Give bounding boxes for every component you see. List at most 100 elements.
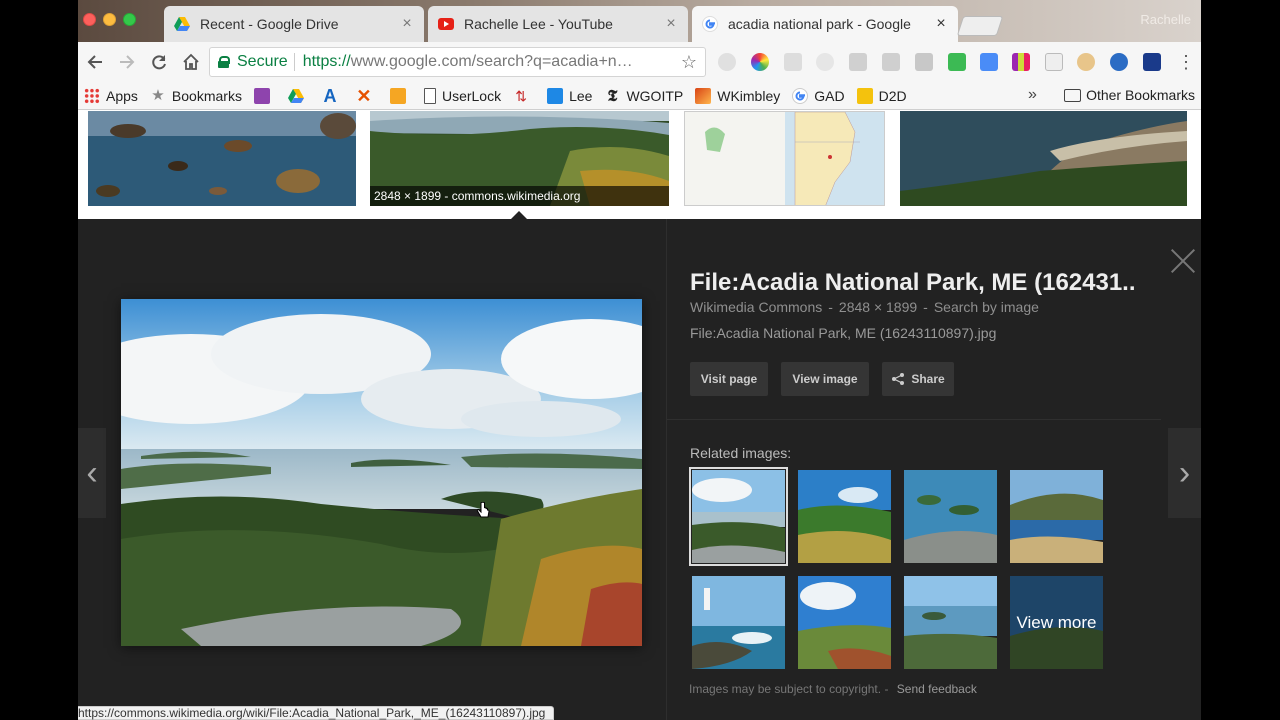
tab-google-drive[interactable]: Recent - Google Drive ×	[164, 6, 424, 42]
new-tab-button[interactable]	[956, 16, 1004, 36]
speaker-extension-icon[interactable]	[784, 53, 802, 71]
image-preview-panel: ‹ File:Acadia National Park, ME (162431.…	[78, 219, 1201, 720]
previous-image-button[interactable]: ‹	[78, 428, 106, 518]
bookmark-label: Lee	[569, 87, 593, 104]
acadia-landscape-image	[121, 299, 642, 646]
image-filename: File:Acadia National Park, ME (162431108…	[690, 325, 997, 341]
share-icon	[892, 373, 905, 385]
lock-icon	[218, 56, 230, 68]
bookmark-orange[interactable]	[389, 87, 412, 104]
green-extension-icon[interactable]	[948, 53, 966, 71]
back-button[interactable]	[80, 47, 110, 77]
palette-icon[interactable]	[1077, 53, 1095, 71]
bookmark-wgoitp[interactable]: 𝕿 WGOITP	[604, 87, 684, 104]
tab-strip: Recent - Google Drive × Rachelle Lee - Y…	[78, 0, 1201, 42]
maximize-window-button[interactable]	[123, 13, 136, 26]
chevron-left-icon: ‹	[86, 453, 98, 492]
vpn-icon[interactable]	[1110, 53, 1128, 71]
blue-extension-icon[interactable]	[980, 53, 998, 71]
source-link[interactable]: Wikimedia Commons	[690, 299, 822, 315]
arrows-icon: ⇅	[515, 87, 527, 104]
related-image-1[interactable]	[689, 467, 788, 566]
browser-window: Recent - Google Drive × Rachelle Lee - Y…	[78, 0, 1201, 720]
menu-dots-icon[interactable]: ⋮	[1177, 51, 1195, 73]
cast-icon[interactable]	[882, 53, 900, 71]
orange-app-icon	[389, 87, 406, 104]
bookmark-star-icon[interactable]: ☆	[681, 52, 697, 73]
bookmark-drive[interactable]	[287, 88, 310, 104]
close-panel-icon[interactable]	[1169, 247, 1197, 275]
tab-youtube[interactable]: Rachelle Lee - YouTube ×	[428, 6, 688, 42]
related-view-more[interactable]: View more	[1010, 576, 1103, 669]
bookmark-purple[interactable]	[253, 87, 276, 104]
circle-extension-icon[interactable]	[718, 53, 736, 71]
film-extension-icon[interactable]	[849, 53, 867, 71]
other-bookmarks[interactable]: Other Bookmarks	[1064, 87, 1195, 103]
send-feedback-link[interactable]: Send feedback	[897, 682, 977, 696]
home-icon	[183, 53, 199, 70]
dark-square-icon[interactable]	[1143, 53, 1161, 71]
color-bars-icon[interactable]	[1012, 53, 1030, 71]
bookmark-apps[interactable]: Apps	[84, 87, 138, 104]
tab-google-search[interactable]: acadia national park - Google ×	[692, 6, 958, 42]
share-button[interactable]: Share	[882, 362, 954, 396]
google-drive-icon	[174, 17, 190, 31]
bookmark-lee[interactable]: Lee	[547, 87, 593, 104]
search-results-page: 2848 × 1899 - commons.wikimedia.org ‹ Fi…	[78, 111, 1201, 720]
color-picker-icon[interactable]	[751, 53, 769, 71]
apps-grid-icon	[84, 87, 100, 104]
page-icon	[423, 87, 436, 104]
minimize-window-button[interactable]	[103, 13, 116, 26]
bookmark-a[interactable]: A	[322, 87, 344, 105]
result-thumb-coast[interactable]	[900, 111, 1187, 206]
image-title[interactable]: File:Acadia National Park, ME (162431..	[690, 269, 1136, 297]
close-window-button[interactable]	[83, 13, 96, 26]
right-black-bar	[1201, 0, 1280, 720]
view-image-button[interactable]: View image	[781, 362, 869, 396]
screenshot-icon[interactable]	[1045, 53, 1063, 71]
related-thumbnail	[692, 576, 785, 669]
related-thumbnail	[904, 576, 997, 669]
related-image-6[interactable]	[798, 576, 891, 669]
tab-close-icon[interactable]: ×	[400, 15, 414, 33]
bookmark-arrows[interactable]: ⇅	[513, 88, 535, 104]
reload-button[interactable]	[144, 47, 174, 77]
result-thumb-rocks[interactable]	[88, 111, 356, 206]
bookmark-gad[interactable]: GAD	[792, 87, 845, 104]
bookmark-wkimbley[interactable]: WKimbley	[695, 87, 780, 104]
h-extension-icon[interactable]	[915, 53, 933, 71]
profile-name[interactable]: Rachelle	[1140, 12, 1191, 27]
photo-icon	[695, 87, 712, 104]
white-circle-icon[interactable]	[816, 53, 834, 71]
purple-extension-icon	[253, 87, 270, 104]
next-image-button[interactable]: ›	[1168, 428, 1201, 518]
bookmark-d2d[interactable]: D2D	[856, 87, 907, 104]
visit-page-button[interactable]: Visit page	[690, 362, 768, 396]
tab-close-icon[interactable]: ×	[934, 15, 948, 33]
forward-button[interactable]	[112, 47, 142, 77]
star-icon: ★	[151, 86, 165, 104]
related-thumbnail	[798, 470, 891, 563]
search-by-image-link[interactable]: Search by image	[934, 299, 1039, 315]
bookmark-x[interactable]: ✕	[356, 87, 378, 105]
related-image-4[interactable]	[1010, 470, 1103, 563]
bookmark-userlock[interactable]: UserLock	[423, 87, 501, 104]
home-button[interactable]	[176, 47, 206, 77]
more-bookmarks-chevron[interactable]: »	[1028, 86, 1037, 104]
preview-image[interactable]	[121, 299, 642, 646]
address-bar[interactable]: Secure https://www.google.com/search?q=a…	[209, 47, 706, 77]
related-image-5[interactable]	[692, 576, 785, 669]
result-thumb-map[interactable]	[684, 111, 885, 206]
tab-close-icon[interactable]: ×	[664, 15, 678, 33]
map-image	[685, 112, 884, 205]
panel-divider	[667, 419, 1161, 420]
secure-separator	[293, 53, 295, 71]
related-image-2[interactable]	[798, 470, 891, 563]
left-black-bar	[0, 0, 78, 720]
result-thumb-selected[interactable]: 2848 × 1899 - commons.wikimedia.org	[370, 111, 669, 206]
bookmark-label: WGOITP	[626, 87, 684, 104]
bookmark-bookmarks[interactable]: ★ Bookmarks	[150, 86, 242, 104]
google-drive-icon	[287, 88, 304, 103]
related-image-3[interactable]	[904, 470, 997, 563]
related-image-7[interactable]	[904, 576, 997, 669]
